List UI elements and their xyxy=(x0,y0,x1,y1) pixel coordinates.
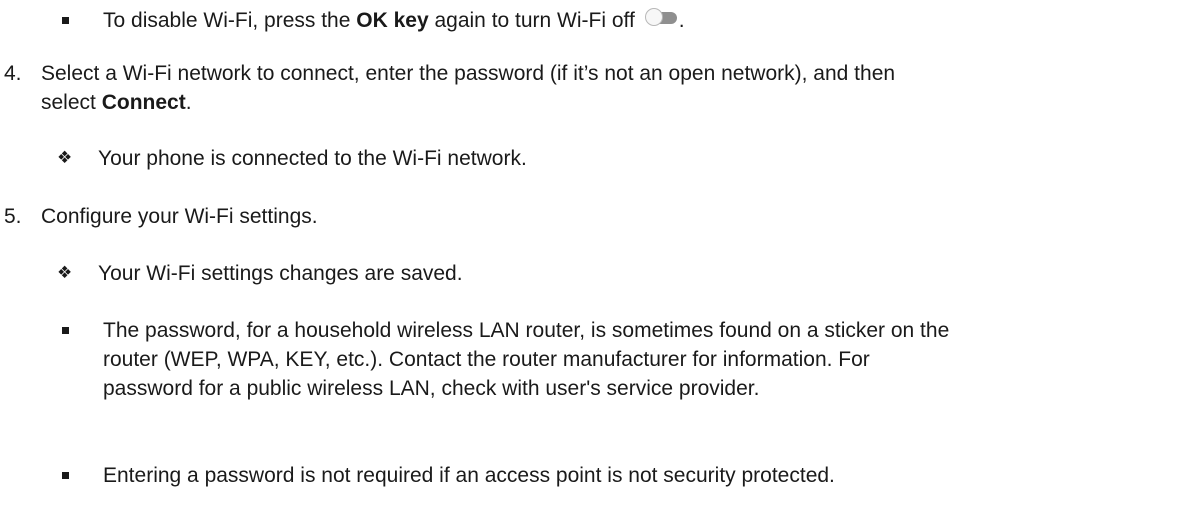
square-bullet-icon xyxy=(62,472,69,479)
step-4-period: . xyxy=(185,91,192,114)
step-4-select-text: select xyxy=(41,91,102,114)
password-not-required-note: Entering a password is not required if a… xyxy=(103,464,835,487)
step-5-number: 5. xyxy=(4,205,22,228)
disable-wifi-text-start: To disable Wi-Fi, press the xyxy=(103,9,357,32)
password-note-line3: password for a public wireless LAN, chec… xyxy=(103,377,760,400)
step-4-result: Your phone is connected to the Wi-Fi net… xyxy=(98,147,527,170)
disable-wifi-instruction: To disable Wi-Fi, press the OK key again… xyxy=(103,8,685,33)
square-bullet-icon xyxy=(62,327,69,334)
toggle-knob xyxy=(644,8,663,26)
step-4-number: 4. xyxy=(4,62,22,85)
step-5-text: Configure your Wi-Fi settings. xyxy=(41,205,318,228)
disable-wifi-text-end: again to turn Wi-Fi off xyxy=(428,9,635,32)
step-4-text-line2: select Connect. xyxy=(41,90,192,115)
square-bullet-icon xyxy=(62,17,69,24)
diamond-bullet-icon: ❖ xyxy=(57,148,73,168)
step-4-text-line1: Select a Wi-Fi network to connect, enter… xyxy=(41,62,896,85)
password-note-line1: The password, for a household wireless L… xyxy=(103,319,950,342)
connect-label: Connect xyxy=(101,91,186,114)
ok-key-label: OK key xyxy=(356,9,429,32)
disable-wifi-period: . xyxy=(678,9,685,32)
wifi-toggle-off-icon xyxy=(644,8,679,26)
step-5-result: Your Wi-Fi settings changes are saved. xyxy=(98,262,463,285)
password-note-line2: router (WEP, WPA, KEY, etc.). Contact th… xyxy=(103,348,870,371)
diamond-bullet-icon: ❖ xyxy=(57,263,73,283)
